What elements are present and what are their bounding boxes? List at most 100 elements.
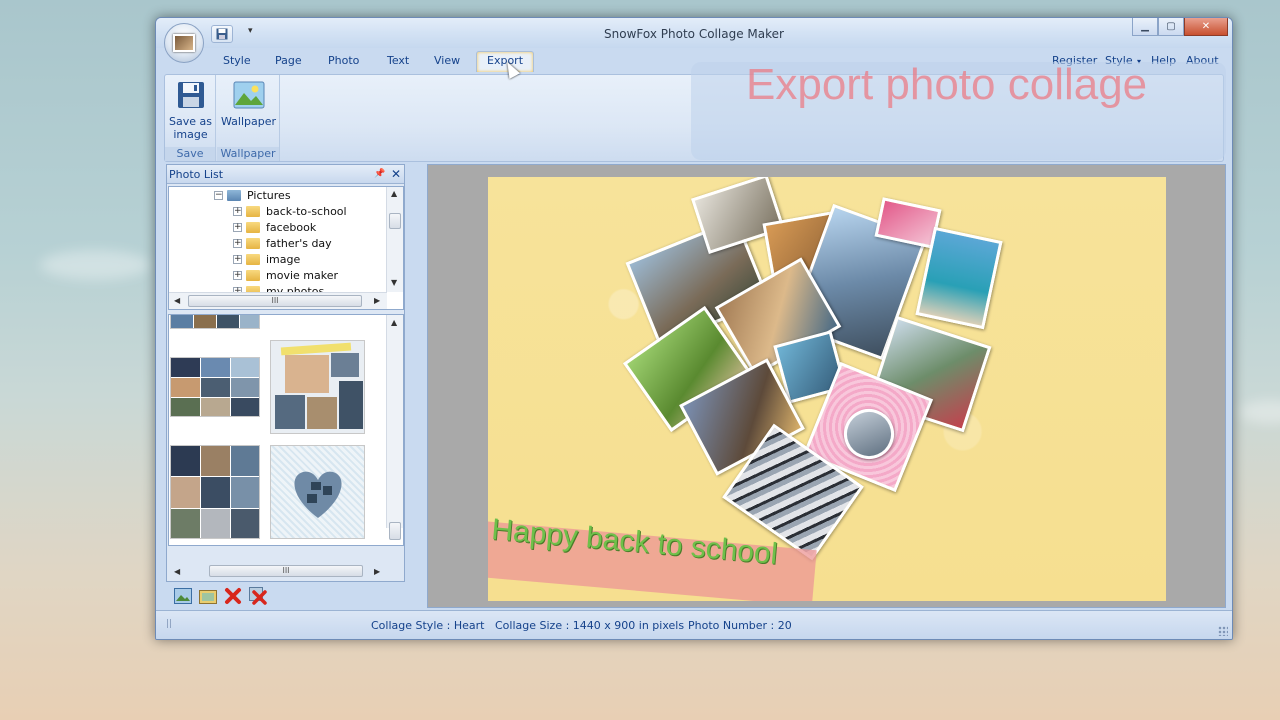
remove-photo-button[interactable] bbox=[222, 585, 243, 606]
remove-all-button[interactable] bbox=[247, 585, 268, 606]
scroll-right-icon[interactable]: ▶ bbox=[374, 296, 380, 305]
thumbnail[interactable] bbox=[270, 445, 365, 539]
scroll-up-icon[interactable]: ▲ bbox=[391, 189, 397, 198]
scroll-right-icon[interactable]: ▶ bbox=[374, 567, 380, 576]
tree-label: father's day bbox=[266, 236, 332, 250]
close-panel-icon[interactable]: ✕ bbox=[388, 167, 404, 181]
minimize-button[interactable]: ▁ bbox=[1132, 18, 1158, 36]
folder-icon bbox=[246, 221, 260, 233]
maximize-button[interactable]: ▢ bbox=[1158, 18, 1184, 36]
scroll-down-icon[interactable]: ▼ bbox=[392, 545, 398, 546]
tree-horizontal-scrollbar[interactable]: ◀ III ▶ bbox=[169, 292, 387, 309]
watermark-text: Export photo collage bbox=[746, 60, 1148, 109]
tree-item[interactable]: + movie maker bbox=[233, 267, 338, 283]
remove-all-icon bbox=[248, 586, 267, 605]
tree-item-pictures[interactable]: − Pictures bbox=[214, 187, 291, 203]
application-menu-button[interactable] bbox=[164, 23, 204, 63]
remove-icon bbox=[224, 587, 241, 604]
floppy-disk-icon bbox=[216, 28, 228, 40]
expand-icon[interactable]: + bbox=[233, 270, 242, 280]
thumbnail[interactable] bbox=[170, 315, 260, 329]
window-controls: ▁ ▢ ✕ bbox=[1132, 18, 1228, 36]
expand-icon[interactable]: + bbox=[233, 254, 242, 264]
ribbon-group-label-save: Save bbox=[165, 147, 215, 161]
thumbnail[interactable] bbox=[270, 340, 365, 434]
ribbon-group-wallpaper: Wallpaper Wallpaper bbox=[217, 75, 280, 161]
expand-icon[interactable]: + bbox=[233, 206, 242, 216]
folder-icon bbox=[246, 237, 260, 249]
thumbnail-list: ▲ ▼ bbox=[168, 314, 404, 546]
save-as-image-label-1: Save as bbox=[169, 115, 212, 128]
expand-icon[interactable]: + bbox=[233, 238, 242, 248]
wallpaper-button[interactable]: Wallpaper bbox=[221, 79, 276, 128]
scroll-thumb[interactable]: III bbox=[188, 295, 362, 307]
tree-label: facebook bbox=[266, 220, 317, 234]
scroll-thumb[interactable]: III bbox=[209, 565, 363, 577]
thumbnail-vertical-scrollbar[interactable]: ▲ bbox=[386, 315, 403, 540]
status-photo-number: Photo Number : 20 bbox=[688, 619, 792, 632]
tree-item[interactable]: + facebook bbox=[233, 219, 316, 235]
thumbnail-scrollbar-track[interactable]: ◀ III ▶ bbox=[169, 565, 387, 586]
ribbon-group-save: Save as image Save bbox=[165, 75, 216, 161]
app-window: SnowFox Photo Collage Maker ▾ ▁ ▢ ✕ Styl… bbox=[155, 17, 1233, 640]
tree-item[interactable]: + father's day bbox=[233, 235, 332, 251]
tree-label: back-to-school bbox=[266, 204, 347, 218]
desktop-cloud bbox=[1240, 400, 1280, 424]
photo-list-header: Photo List 📌 ✕ bbox=[167, 165, 404, 184]
tree-item[interactable]: + back-to-school bbox=[233, 203, 347, 219]
tab-page[interactable]: Page bbox=[275, 54, 302, 67]
tab-view[interactable]: View bbox=[434, 54, 460, 67]
folder-icon bbox=[246, 253, 260, 265]
status-collage-size: Collage Size : 1440 x 900 in pixels bbox=[495, 619, 685, 632]
app-logo-icon bbox=[173, 34, 195, 52]
tree-label: movie maker bbox=[266, 268, 338, 282]
ribbon-group-label-wallpaper: Wallpaper bbox=[217, 147, 279, 161]
heart-collage-icon bbox=[294, 471, 342, 518]
folder-icon bbox=[246, 269, 260, 281]
tab-text[interactable]: Text bbox=[387, 54, 409, 67]
thumbnail[interactable] bbox=[170, 357, 260, 417]
window-title: SnowFox Photo Collage Maker bbox=[604, 27, 784, 41]
add-photo-icon bbox=[173, 587, 192, 604]
status-separator: || bbox=[166, 619, 173, 629]
collapse-icon[interactable]: − bbox=[214, 190, 223, 200]
add-folder-button[interactable] bbox=[197, 585, 218, 606]
tab-photo[interactable]: Photo bbox=[328, 54, 359, 67]
tree-label: image bbox=[266, 252, 301, 266]
scroll-thumb[interactable] bbox=[389, 522, 401, 540]
close-button[interactable]: ✕ bbox=[1184, 18, 1228, 36]
photo-tools bbox=[172, 585, 268, 606]
folder-icon bbox=[246, 205, 260, 217]
title-bar: SnowFox Photo Collage Maker ▾ ▁ ▢ ✕ bbox=[156, 18, 1232, 48]
floppy-disk-icon bbox=[177, 82, 204, 108]
scroll-left-icon[interactable]: ◀ bbox=[174, 296, 180, 305]
resize-grip-icon[interactable] bbox=[1218, 626, 1228, 636]
add-photo-button[interactable] bbox=[172, 585, 193, 606]
collage-canvas[interactable]: Happy back to school bbox=[488, 177, 1166, 601]
expand-icon[interactable]: + bbox=[233, 222, 242, 232]
scroll-down-icon[interactable]: ▼ bbox=[391, 278, 397, 287]
pin-icon[interactable]: 📌 bbox=[372, 169, 388, 179]
photo-list-panel: Photo List 📌 ✕ − Pictures + back-to-scho… bbox=[166, 164, 405, 582]
tree-vertical-scrollbar[interactable]: ▲ ▼ bbox=[386, 187, 403, 292]
canvas-area: Happy back to school bbox=[427, 164, 1226, 608]
tree-label: Pictures bbox=[247, 188, 291, 202]
tree-item[interactable]: + image bbox=[233, 251, 300, 267]
scroll-left-icon[interactable]: ◀ bbox=[174, 567, 180, 576]
save-as-image-label-2: image bbox=[173, 128, 208, 141]
quick-save-button[interactable] bbox=[211, 25, 233, 43]
scroll-up-icon[interactable]: ▲ bbox=[391, 318, 397, 327]
status-bar: || Collage Style : Heart Collage Size : … bbox=[156, 610, 1232, 639]
add-folder-icon bbox=[198, 589, 217, 604]
scroll-thumb[interactable] bbox=[389, 213, 401, 229]
landscape-icon bbox=[233, 81, 264, 109]
tab-style[interactable]: Style bbox=[223, 54, 251, 67]
pictures-folder-icon bbox=[227, 189, 241, 201]
wallpaper-label: Wallpaper bbox=[220, 115, 277, 128]
save-as-image-button[interactable]: Save as image bbox=[168, 79, 213, 141]
folder-tree: − Pictures + back-to-school + facebook +… bbox=[168, 186, 404, 310]
desktop-cloud bbox=[40, 250, 150, 280]
thumbnail[interactable] bbox=[170, 445, 260, 539]
qat-customize-icon[interactable]: ▾ bbox=[248, 26, 253, 36]
photo-list-title: Photo List bbox=[169, 167, 224, 181]
